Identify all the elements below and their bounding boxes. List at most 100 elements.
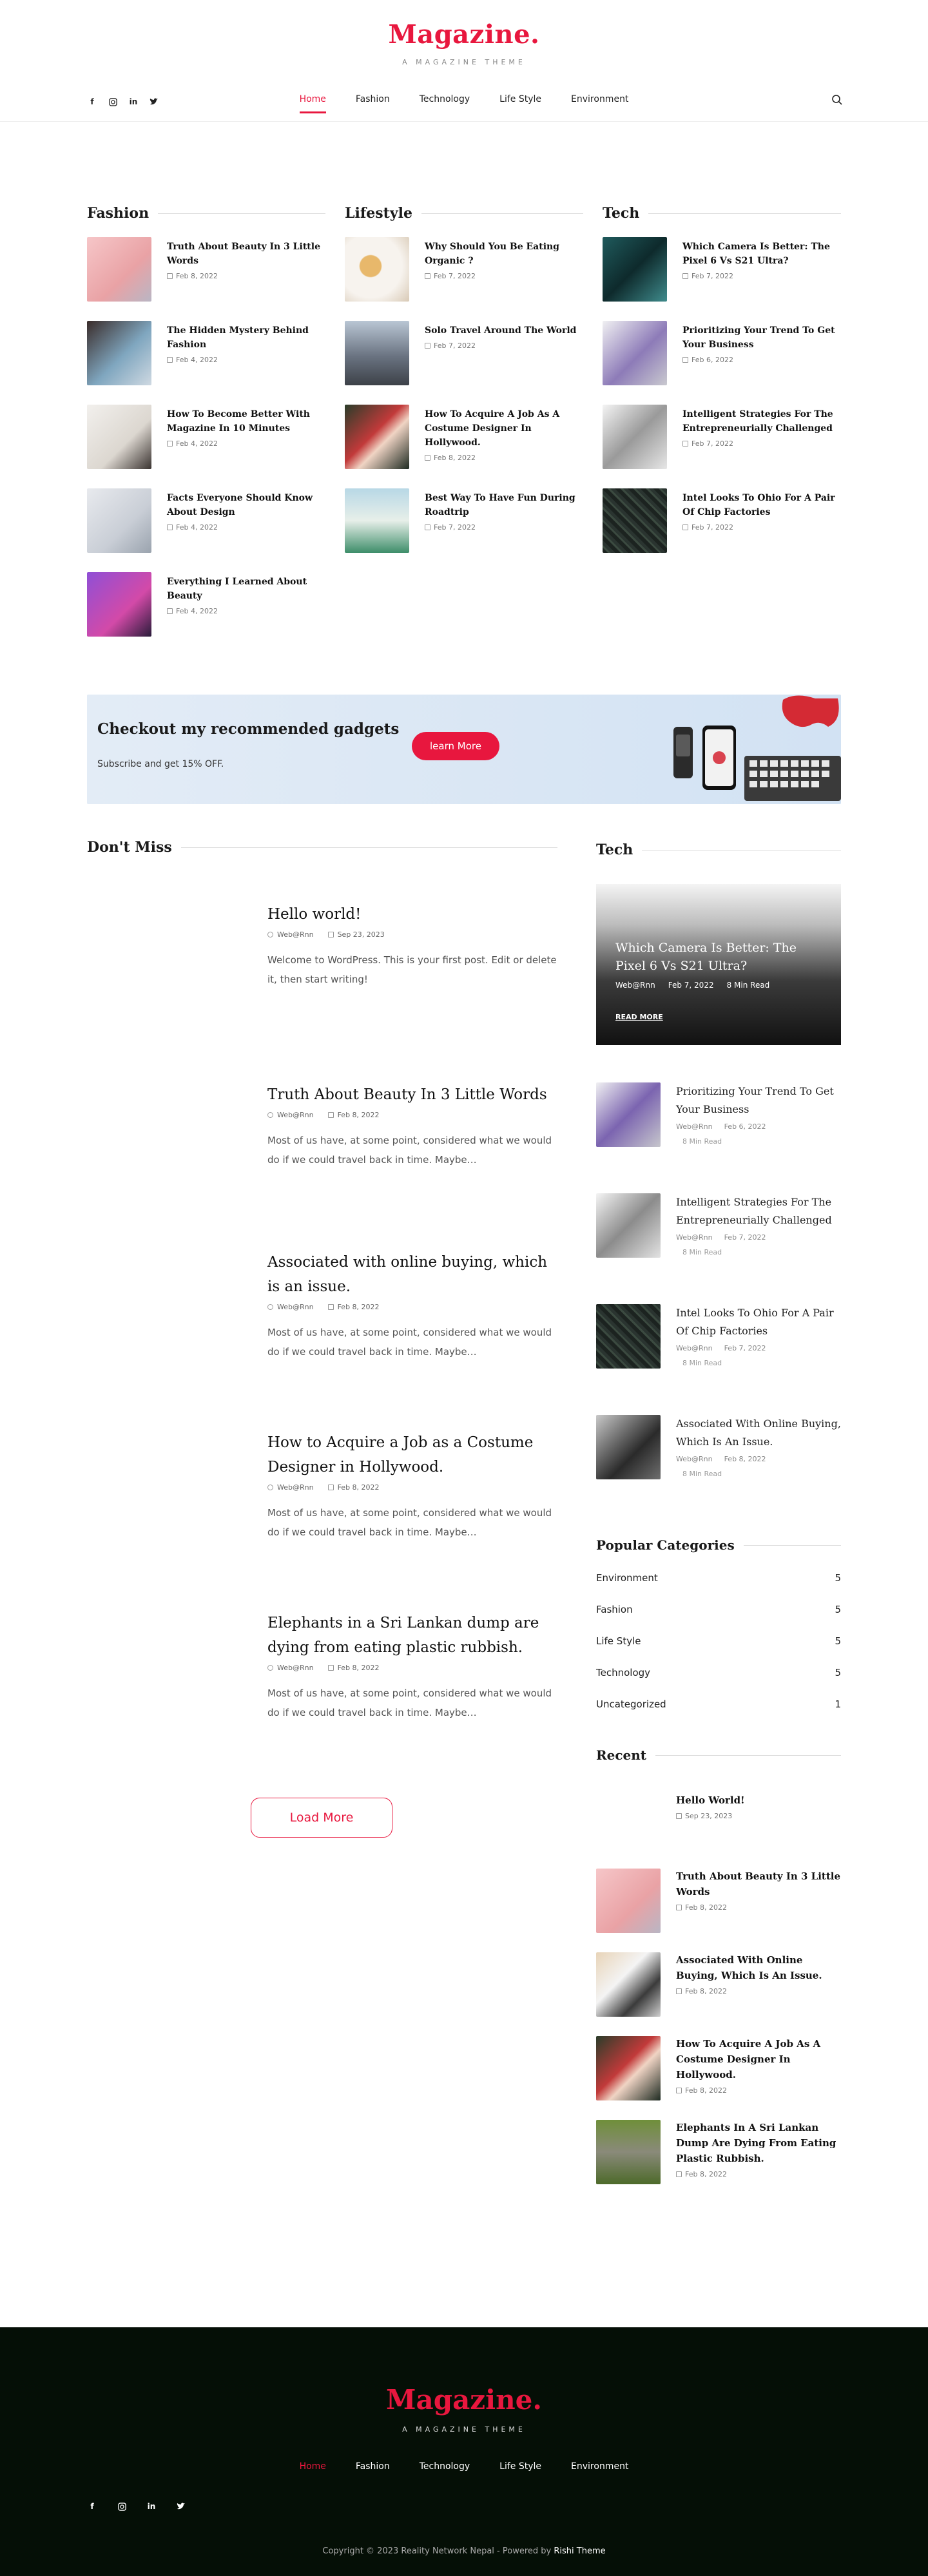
article-item[interactable]: Elephants in a Sri Lankan dump are dying… bbox=[267, 1611, 564, 1722]
nav-life-style[interactable]: Life Style bbox=[499, 94, 541, 113]
post-thumbnail[interactable] bbox=[87, 321, 151, 385]
featured-post-title[interactable]: Which Camera Is Better: The Pixel 6 Vs S… bbox=[615, 939, 828, 975]
list-item[interactable]: Best Way To Have Fun During Roadtrip Feb … bbox=[345, 488, 583, 572]
post-author[interactable]: Web@Rnn bbox=[676, 1455, 713, 1463]
site-logo[interactable]: Magazine. bbox=[0, 19, 928, 50]
post-title[interactable]: Intelligent Strategies For The Entrepren… bbox=[682, 407, 841, 436]
post-thumbnail[interactable] bbox=[87, 405, 151, 469]
post-thumbnail[interactable] bbox=[596, 1869, 661, 1933]
nav-environment[interactable]: Environment bbox=[571, 94, 628, 113]
article-title[interactable]: Elephants in a Sri Lankan dump are dying… bbox=[267, 1611, 564, 1660]
post-title[interactable]: Prioritizing Your Trend To Get Your Busi… bbox=[676, 1082, 841, 1119]
footer-nav-life-style[interactable]: Life Style bbox=[499, 2461, 541, 2472]
sidebar-post[interactable]: Associated With Online Buying, Which Is … bbox=[596, 1415, 841, 1479]
post-author[interactable]: Web@Rnn bbox=[676, 1233, 713, 1242]
post-thumbnail[interactable] bbox=[345, 321, 409, 385]
post-title[interactable]: Best Way To Have Fun During Roadtrip bbox=[425, 491, 583, 519]
post-thumbnail[interactable] bbox=[603, 321, 667, 385]
article-author[interactable]: Web@Rnn bbox=[277, 1111, 314, 1119]
list-item[interactable]: Which Camera Is Better: The Pixel 6 Vs S… bbox=[603, 237, 841, 321]
footer-nav-environment[interactable]: Environment bbox=[571, 2461, 628, 2472]
post-thumbnail[interactable] bbox=[345, 488, 409, 553]
category-name[interactable]: Environment bbox=[596, 1572, 658, 1584]
post-thumbnail[interactable] bbox=[345, 405, 409, 469]
featured-post-card[interactable]: Which Camera Is Better: The Pixel 6 Vs S… bbox=[596, 884, 841, 1045]
footer-nav-home[interactable]: Home bbox=[300, 2461, 326, 2472]
linkedin-icon[interactable]: in bbox=[146, 2501, 157, 2512]
post-title[interactable]: Intelligent Strategies For The Entrepren… bbox=[676, 1193, 841, 1229]
post-thumbnail[interactable] bbox=[596, 2120, 661, 2184]
list-item[interactable]: Intelligent Strategies For The Entrepren… bbox=[603, 405, 841, 488]
list-item[interactable]: How To Acquire A Job As A Costume Design… bbox=[345, 405, 583, 488]
post-title[interactable]: Prioritizing Your Trend To Get Your Busi… bbox=[682, 323, 841, 352]
post-author[interactable]: Web@Rnn bbox=[676, 1344, 713, 1352]
category-item[interactable]: Life Style 5 bbox=[596, 1635, 841, 1647]
post-title[interactable]: How To Become Better With Magazine In 10… bbox=[167, 407, 325, 436]
list-item[interactable]: Solo Travel Around The World Feb 7, 2022 bbox=[345, 321, 583, 405]
post-title[interactable]: How To Acquire A Job As A Costume Design… bbox=[425, 407, 583, 450]
post-title[interactable]: Elephants In A Sri Lankan Dump Are Dying… bbox=[676, 2120, 841, 2166]
post-thumbnail[interactable] bbox=[87, 488, 151, 553]
article-title[interactable]: Associated with online buying, which is … bbox=[267, 1250, 564, 1299]
article-item[interactable]: Hello world! Web@Rnn Sep 23, 2023 Welcome… bbox=[267, 902, 564, 989]
post-thumbnail[interactable] bbox=[603, 237, 667, 302]
post-title[interactable]: Hello World! bbox=[676, 1793, 745, 1808]
post-title[interactable]: Why Should You Be Eating Organic ? bbox=[425, 240, 583, 268]
post-thumbnail[interactable] bbox=[596, 1082, 661, 1147]
post-thumbnail[interactable] bbox=[603, 405, 667, 469]
list-item[interactable]: The Hidden Mystery Behind Fashion Feb 4, … bbox=[87, 321, 325, 405]
twitter-icon[interactable] bbox=[176, 2501, 186, 2512]
post-title[interactable]: Facts Everyone Should Know About Design bbox=[167, 491, 325, 519]
post-title[interactable]: Associated With Online Buying, Which Is … bbox=[676, 1952, 841, 1983]
category-item[interactable]: Uncategorized 1 bbox=[596, 1698, 841, 1710]
article-title[interactable]: Hello world! bbox=[267, 902, 564, 927]
recent-post[interactable]: Elephants In A Sri Lankan Dump Are Dying… bbox=[596, 2120, 841, 2184]
post-title[interactable]: Truth About Beauty In 3 Little Words bbox=[167, 240, 325, 268]
load-more-button[interactable]: Load More bbox=[251, 1798, 392, 1838]
category-item[interactable]: Technology 5 bbox=[596, 1667, 841, 1678]
article-title[interactable]: Truth About Beauty In 3 Little Words bbox=[267, 1082, 564, 1107]
list-item[interactable]: Facts Everyone Should Know About Design F… bbox=[87, 488, 325, 572]
list-item[interactable]: Truth About Beauty In 3 Little Words Feb … bbox=[87, 237, 325, 321]
category-item[interactable]: Fashion 5 bbox=[596, 1604, 841, 1615]
recent-post[interactable]: How To Acquire A Job As A Costume Design… bbox=[596, 2036, 841, 2100]
category-name[interactable]: Life Style bbox=[596, 1635, 641, 1647]
post-title[interactable]: Truth About Beauty In 3 Little Words bbox=[676, 1869, 841, 1899]
list-item[interactable]: Everything I Learned About Beauty Feb 4, … bbox=[87, 572, 325, 656]
post-title[interactable]: Associated With Online Buying, Which Is … bbox=[676, 1415, 841, 1451]
category-item[interactable]: Environment 5 bbox=[596, 1572, 841, 1584]
list-item[interactable]: Why Should You Be Eating Organic ? Feb 7,… bbox=[345, 237, 583, 321]
list-item[interactable]: How To Become Better With Magazine In 10… bbox=[87, 405, 325, 488]
post-title[interactable]: How To Acquire A Job As A Costume Design… bbox=[676, 2036, 841, 2082]
article-item[interactable]: Truth About Beauty In 3 Little Words Web… bbox=[267, 1082, 564, 1169]
nav-technology[interactable]: Technology bbox=[420, 94, 470, 113]
footer-nav-fashion[interactable]: Fashion bbox=[356, 2461, 390, 2472]
sidebar-post[interactable]: Prioritizing Your Trend To Get Your Busi… bbox=[596, 1082, 841, 1147]
post-thumbnail[interactable] bbox=[596, 1193, 661, 1258]
post-thumbnail[interactable] bbox=[87, 572, 151, 637]
sidebar-post[interactable]: Intel Looks To Ohio For A Pair Of Chip F… bbox=[596, 1304, 841, 1369]
recent-post[interactable]: Associated With Online Buying, Which Is … bbox=[596, 1952, 841, 2017]
post-thumbnail[interactable] bbox=[596, 1415, 661, 1479]
recent-post[interactable]: Truth About Beauty In 3 Little Words Feb … bbox=[596, 1869, 841, 1933]
category-name[interactable]: Fashion bbox=[596, 1604, 633, 1615]
article-author[interactable]: Web@Rnn bbox=[277, 1483, 314, 1492]
post-title[interactable]: The Hidden Mystery Behind Fashion bbox=[167, 323, 325, 352]
category-name[interactable]: Technology bbox=[596, 1667, 650, 1678]
post-title[interactable]: Which Camera Is Better: The Pixel 6 Vs S… bbox=[682, 240, 841, 268]
post-title[interactable]: Everything I Learned About Beauty bbox=[167, 575, 325, 603]
article-author[interactable]: Web@Rnn bbox=[277, 1664, 314, 1672]
learn-more-button[interactable]: learn More bbox=[412, 732, 499, 760]
featured-post-author[interactable]: Web@Rnn bbox=[615, 981, 655, 990]
category-name[interactable]: Uncategorized bbox=[596, 1698, 666, 1710]
recent-post[interactable]: Hello World! Sep 23, 2023 bbox=[596, 1793, 841, 1857]
read-more-link[interactable]: READ MORE bbox=[615, 1013, 663, 1021]
list-item[interactable]: Prioritizing Your Trend To Get Your Busi… bbox=[603, 321, 841, 405]
footer-logo[interactable]: Magazine. bbox=[0, 2384, 928, 2416]
sidebar-post[interactable]: Intelligent Strategies For The Entrepren… bbox=[596, 1193, 841, 1258]
instagram-icon[interactable] bbox=[117, 2501, 127, 2512]
post-thumbnail[interactable] bbox=[345, 237, 409, 302]
post-title[interactable]: Intel Looks To Ohio For A Pair Of Chip F… bbox=[676, 1304, 841, 1340]
post-thumbnail[interactable] bbox=[603, 488, 667, 553]
nav-home[interactable]: Home bbox=[299, 94, 327, 113]
